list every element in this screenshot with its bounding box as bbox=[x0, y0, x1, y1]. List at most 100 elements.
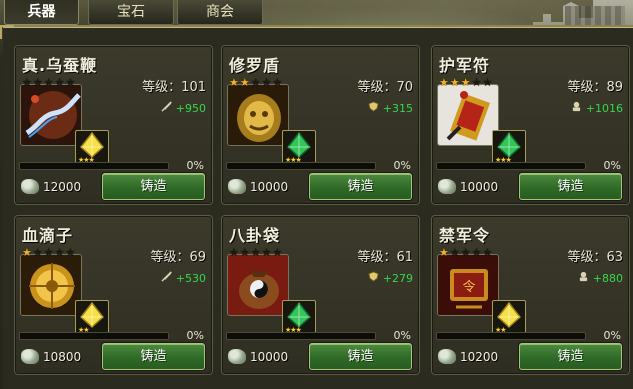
star-icon: ★ bbox=[239, 76, 250, 89]
star-icon: ★ bbox=[482, 246, 493, 259]
weapon-portrait[interactable] bbox=[20, 254, 82, 316]
star-icon: ★ bbox=[439, 76, 449, 89]
forge-cost: 10200 bbox=[438, 349, 498, 364]
forge-progress-label: 0% bbox=[393, 159, 411, 172]
weapon-level: 等级：70 bbox=[357, 80, 413, 95]
forge-progress-label: 0% bbox=[393, 329, 411, 342]
weapon-portrait[interactable]: 令 bbox=[437, 254, 499, 316]
ore-icon bbox=[21, 179, 39, 194]
star-icon: ★ bbox=[43, 76, 54, 89]
forge-progress-label: 0% bbox=[186, 159, 204, 172]
star-icon: ★ bbox=[471, 246, 482, 259]
forge-button[interactable]: 铸造 bbox=[102, 343, 205, 370]
forge-progress-bar bbox=[19, 162, 169, 170]
cost-value: 10000 bbox=[460, 179, 499, 194]
weapon-level: 等级：63 bbox=[567, 250, 623, 265]
star-icon: ★ bbox=[65, 76, 76, 89]
gem-slot[interactable]: ★★★ bbox=[492, 130, 526, 166]
weapon-level: 等级：61 bbox=[357, 250, 413, 265]
star-icon: ★ bbox=[439, 246, 449, 259]
shield-icon bbox=[368, 271, 379, 285]
gem-slot[interactable]: ★★ bbox=[75, 300, 109, 336]
cost-value: 10000 bbox=[250, 349, 289, 364]
weapon-stars: ★ ★ ★ ★ ★ bbox=[22, 247, 75, 258]
star-icon: ★ bbox=[460, 246, 471, 259]
cost-value: 10800 bbox=[43, 349, 82, 364]
star-icon: ★ bbox=[239, 246, 250, 259]
star-icon: ★ bbox=[250, 246, 261, 259]
attribute-bonus: +530 bbox=[161, 271, 206, 285]
gem-slot[interactable]: ★★★ bbox=[282, 300, 316, 336]
shield-icon bbox=[368, 101, 379, 115]
forge-progress-bar bbox=[19, 332, 169, 340]
weapon-portrait[interactable] bbox=[227, 84, 289, 146]
attribute-value: +1016 bbox=[585, 101, 623, 115]
weapon-portrait[interactable] bbox=[437, 84, 499, 146]
weapon-card: 修罗盾 ★ ★ ★ ★ ★ ★★★ 等级：70 +315 0% 10000 铸造 bbox=[221, 45, 420, 205]
star-icon: ★ bbox=[261, 246, 272, 259]
tab-gems[interactable]: 宝石 bbox=[88, 0, 174, 25]
forge-button[interactable]: 铸造 bbox=[309, 173, 412, 200]
weapon-stars: ★ ★ ★ ★ ★ bbox=[439, 247, 492, 258]
forge-button[interactable]: 铸造 bbox=[102, 173, 205, 200]
panel-corner-ornament bbox=[0, 25, 14, 39]
ore-icon bbox=[438, 179, 456, 194]
star-icon: ★ bbox=[32, 246, 43, 259]
star-icon: ★ bbox=[250, 76, 261, 89]
weapon-card: 血滴子 ★ ★ ★ ★ ★ ★★ 等级：69 +530 0% 10800 铸造 bbox=[14, 215, 213, 375]
weapon-portrait[interactable] bbox=[227, 254, 289, 316]
attribute-bonus: +315 bbox=[368, 101, 413, 115]
attribute-value: +530 bbox=[175, 271, 206, 285]
gem-slot[interactable]: ★★ bbox=[492, 300, 526, 336]
tab-guild[interactable]: 商会 bbox=[177, 0, 263, 25]
forge-cost: 10000 bbox=[438, 179, 498, 194]
star-icon: ★ bbox=[54, 246, 65, 259]
attribute-bonus: +950 bbox=[161, 101, 206, 115]
ore-icon bbox=[228, 349, 246, 364]
tab-bar: 兵器 宝石 商会 bbox=[4, 0, 263, 25]
weapon-card: 禁军令令 ★ ★ ★ ★ ★ ★★ 等级：63 +880 0% 10200 铸造 bbox=[431, 215, 630, 375]
forge-cost: 10000 bbox=[228, 179, 288, 194]
forge-progress-label: 0% bbox=[603, 329, 621, 342]
weapon-level: 等级：101 bbox=[142, 80, 206, 95]
star-icon: ★ bbox=[32, 76, 43, 89]
star-icon: ★ bbox=[482, 76, 493, 89]
forge-progress-bar bbox=[226, 332, 376, 340]
star-icon: ★ bbox=[460, 76, 471, 89]
forge-button[interactable]: 铸造 bbox=[309, 343, 412, 370]
forge-button[interactable]: 铸造 bbox=[519, 173, 622, 200]
sword-icon bbox=[161, 101, 172, 115]
weapon-portrait[interactable] bbox=[20, 84, 82, 146]
tab-weapons[interactable]: 兵器 bbox=[4, 0, 79, 25]
weapon-stars: ★ ★ ★ ★ ★ bbox=[229, 247, 282, 258]
attribute-value: +880 bbox=[592, 271, 623, 285]
forge-button[interactable]: 铸造 bbox=[519, 343, 622, 370]
weapon-stars: ★ ★ ★ ★ ★ bbox=[22, 77, 75, 88]
ore-icon bbox=[228, 179, 246, 194]
star-icon: ★ bbox=[261, 76, 272, 89]
weapon-stars: ★ ★ ★ ★ ★ bbox=[439, 77, 492, 88]
weapon-card: 真.乌蚕鞭 ★ ★ ★ ★ ★ ★★★ 等级：101 +950 0% 12000 铸造 bbox=[14, 45, 213, 205]
weapon-card: 八卦袋 ★ ★ ★ ★ ★ ★★★ 等级：61 +279 0% 10000 铸造 bbox=[221, 215, 420, 375]
weapon-level: 等级：89 bbox=[567, 80, 623, 95]
gem-slot[interactable]: ★★★ bbox=[282, 130, 316, 166]
forge-cost: 12000 bbox=[21, 179, 81, 194]
star-icon: ★ bbox=[54, 76, 65, 89]
star-icon: ★ bbox=[43, 246, 54, 259]
ore-icon bbox=[21, 349, 39, 364]
star-icon: ★ bbox=[65, 246, 76, 259]
forge-cost: 10000 bbox=[228, 349, 288, 364]
soldier-icon bbox=[571, 101, 582, 115]
attribute-bonus: +1016 bbox=[571, 101, 623, 115]
star-icon: ★ bbox=[449, 76, 460, 89]
star-icon: ★ bbox=[229, 76, 239, 89]
forge-progress-bar bbox=[436, 162, 586, 170]
cost-value: 12000 bbox=[43, 179, 82, 194]
sword-icon bbox=[161, 271, 172, 285]
attribute-bonus: +279 bbox=[368, 271, 413, 285]
gem-slot[interactable]: ★★★ bbox=[75, 130, 109, 166]
forge-progress-bar bbox=[226, 162, 376, 170]
star-icon: ★ bbox=[229, 246, 239, 259]
weapon-name: 修罗盾 bbox=[229, 56, 281, 75]
cost-value: 10000 bbox=[250, 179, 289, 194]
